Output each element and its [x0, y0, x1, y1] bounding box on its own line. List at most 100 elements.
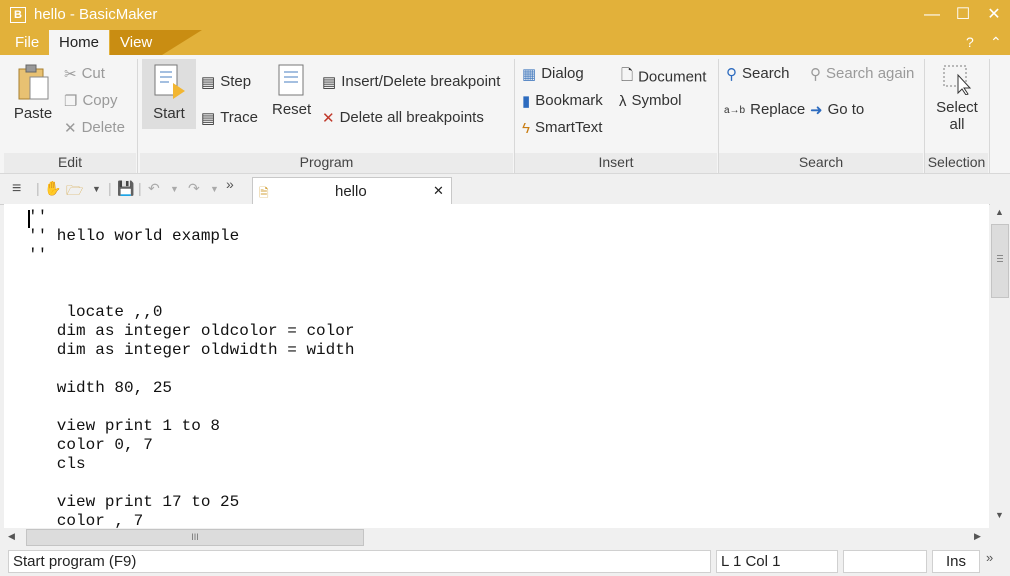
menu-bar: File Home View	[0, 30, 1010, 55]
code-line: dim as integer oldcolor = color	[28, 322, 355, 340]
copy-icon: ❐	[64, 93, 78, 111]
cursor-position: L 1 Col 1	[716, 550, 838, 573]
status-empty-pane	[843, 550, 927, 573]
horizontal-scroll-thumb[interactable]: III	[26, 529, 364, 546]
document-icon: 🗋	[621, 67, 634, 84]
paste-button[interactable]: Paste	[12, 63, 54, 122]
code-line: '' hello world example	[28, 227, 240, 245]
scroll-right-icon[interactable]: ▶	[974, 531, 981, 542]
code-line: view print 17 to 25	[28, 493, 240, 511]
open-folder-icon[interactable]: 🗁	[66, 180, 83, 204]
dialog-button[interactable]: ▦ Dialog	[522, 65, 584, 83]
title-bar: B hello - BasicMaker — ☐ ✕	[0, 0, 1010, 30]
menu-view[interactable]: View	[110, 30, 162, 55]
search-again-button[interactable]: ⚲ Search again	[810, 65, 914, 83]
cut-label: Cut	[81, 65, 105, 82]
insert-mode[interactable]: Ins	[932, 550, 980, 573]
scissors-icon: ✂	[64, 66, 77, 84]
code-line: ''	[28, 208, 48, 226]
goto-label: Go to	[827, 101, 865, 118]
code-line: ''	[28, 246, 48, 264]
redo-icon[interactable]: ↷	[188, 180, 200, 197]
symbol-button[interactable]: λ Symbol	[619, 92, 682, 110]
group-label-program: Program	[140, 153, 513, 173]
status-message: Start program (F9)	[8, 550, 711, 573]
tab-close-icon[interactable]: ✕	[433, 183, 444, 199]
vertical-scrollbar[interactable]: ▲ ▼	[990, 204, 1010, 528]
group-separator	[137, 59, 138, 173]
help-button[interactable]: ?	[966, 30, 974, 55]
horizontal-scrollbar[interactable]: ◀ III ▶	[4, 528, 990, 546]
status-overflow-button[interactable]: »	[986, 550, 993, 565]
menu-home[interactable]: Home	[49, 30, 110, 55]
start-button[interactable]: Start	[142, 59, 196, 129]
trace-label: Trace	[220, 109, 258, 126]
document-button[interactable]: 🗋 Document	[621, 65, 706, 90]
redo-dropdown-icon[interactable]: ▼	[210, 184, 219, 194]
select-all-button[interactable]: Select all	[932, 63, 982, 133]
step-icon: ▤	[201, 74, 216, 92]
scroll-left-icon[interactable]: ◀	[8, 531, 15, 542]
delete-all-breakpoints-button[interactable]: ✕ Delete all breakpoints	[322, 109, 484, 127]
smarttext-button[interactable]: ϟ SmartText	[522, 119, 602, 137]
reset-icon	[278, 64, 304, 96]
code-line: view print 1 to 8	[28, 417, 221, 435]
menu-file[interactable]: File	[5, 30, 49, 55]
code-line: width 80, 25	[28, 379, 173, 397]
code-editor[interactable]: '' '' hello world example '' locate ,,0 di…	[4, 204, 989, 528]
quick-toolbar: ≡ | ✋ 🗁 ▼ | 💾 | ↶ ▼ ↷ ▼ »	[0, 174, 1010, 205]
trace-icon: ▤	[201, 110, 216, 128]
dialog-icon: ▦	[522, 66, 537, 84]
step-label: Step	[220, 73, 252, 90]
undo-dropdown-icon[interactable]: ▼	[170, 184, 179, 194]
window-title: hello - BasicMaker	[34, 6, 158, 23]
maximize-button[interactable]: ☐	[952, 4, 974, 26]
toolbar-separator: |	[36, 180, 40, 196]
step-button[interactable]: ▤ Step	[201, 73, 251, 91]
delete-button[interactable]: ✕ Delete	[64, 119, 125, 137]
reset-label: Reset	[272, 101, 312, 118]
trace-button[interactable]: ▤ Trace	[201, 109, 258, 127]
open-dropdown-icon[interactable]: ▼	[92, 184, 101, 194]
toolbar-overflow-button[interactable]: »	[226, 176, 234, 192]
replace-label: Replace	[750, 101, 806, 118]
symbol-label: Symbol	[631, 92, 682, 109]
document-label: Document	[638, 68, 707, 86]
scroll-up-icon[interactable]: ▲	[995, 207, 1004, 217]
goto-button[interactable]: ➜ Go to	[810, 101, 864, 119]
goto-arrow-icon: ➜	[810, 102, 823, 120]
bookmark-label: Bookmark	[535, 92, 603, 109]
hand-icon[interactable]: ✋	[44, 180, 61, 197]
search-icon: ⚲	[726, 66, 737, 84]
code-line: color 0, 7	[28, 436, 153, 454]
group-label-selection: Selection	[925, 153, 988, 173]
paste-icon	[18, 64, 49, 100]
paste-label: Paste	[13, 105, 53, 122]
bookmark-icon: ▮	[522, 93, 531, 111]
search-button[interactable]: ⚲ Search	[726, 65, 790, 83]
tab-hello[interactable]: 🗎 hello ✕	[252, 177, 452, 205]
insert-delete-breakpoint-button[interactable]: ▤ Insert/Delete breakpoint	[322, 73, 500, 91]
delete-all-breakpoints-label: Delete all breakpoints	[339, 109, 484, 126]
delete-label: Delete	[81, 119, 125, 136]
dialog-label: Dialog	[541, 65, 584, 82]
close-button[interactable]: ✕	[983, 4, 1005, 26]
save-icon[interactable]: 💾	[117, 180, 134, 197]
select-cursor-icon	[943, 65, 972, 96]
tab-label: hello	[335, 183, 367, 200]
hamburger-menu-icon[interactable]: ≡	[12, 180, 21, 198]
cut-button[interactable]: ✂ Cut	[64, 65, 105, 83]
replace-button[interactable]: a→b Replace	[724, 101, 805, 118]
reset-button[interactable]: Reset	[272, 63, 312, 118]
vertical-scroll-thumb[interactable]	[991, 224, 1009, 298]
copy-label: Copy	[82, 92, 118, 109]
app-icon: B	[10, 7, 26, 23]
scroll-down-icon[interactable]: ▼	[995, 510, 1004, 520]
minimize-button[interactable]: —	[921, 4, 943, 26]
bookmark-button[interactable]: ▮ Bookmark	[522, 92, 603, 110]
collapse-ribbon-button[interactable]: ⌃	[990, 30, 1002, 55]
search-label: Search	[742, 65, 790, 82]
undo-icon[interactable]: ↶	[148, 180, 160, 197]
copy-button[interactable]: ❐ Copy	[64, 92, 117, 110]
code-line: locate ,,0	[28, 303, 163, 321]
